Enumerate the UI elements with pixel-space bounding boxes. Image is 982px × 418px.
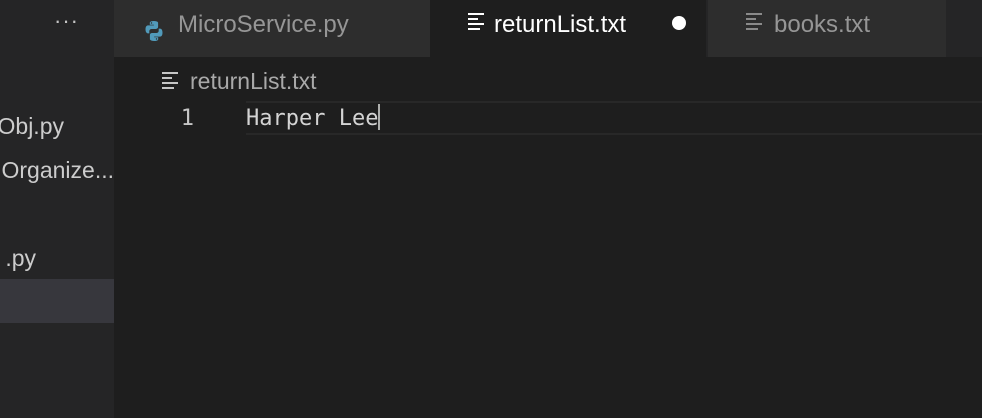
- text-file-icon: [468, 13, 484, 31]
- code-line-text: Harper Lee: [246, 106, 379, 131]
- breadcrumb-file-label: returnList.txt: [190, 68, 317, 94]
- explorer-item-label: Obj.py: [0, 113, 64, 139]
- more-actions-button[interactable]: ···: [54, 6, 79, 36]
- explorer-item-label: Organize...: [1, 157, 115, 183]
- line-number: 1: [180, 106, 194, 131]
- explorer-item-label: .py: [5, 245, 36, 271]
- explorer-item-selected[interactable]: [0, 279, 114, 323]
- tab-books-txt[interactable]: books.txt: [708, 0, 946, 57]
- editor-window: ··· Obj.py Organize... .py MicroService.…: [0, 0, 982, 418]
- python-icon: [142, 11, 166, 61]
- text-cursor: [378, 104, 381, 130]
- tab-bar: MicroService.py returnList.txt books.txt: [114, 0, 982, 57]
- code-editor-line[interactable]: Harper Lee: [246, 103, 381, 135]
- tab-label: returnList.txt: [494, 11, 627, 38]
- unsaved-changes-dot-icon[interactable]: [672, 16, 686, 30]
- explorer-item-obj-py[interactable]: Obj.py: [0, 104, 114, 148]
- explorer-sidebar: ··· Obj.py Organize... .py: [0, 0, 114, 418]
- tab-returnlist-txt[interactable]: returnList.txt: [430, 0, 706, 57]
- text-file-icon: [746, 13, 762, 31]
- explorer-item-py[interactable]: .py: [0, 236, 114, 280]
- tab-label: books.txt: [774, 11, 871, 38]
- text-file-icon: [162, 72, 178, 90]
- tab-microservice-py[interactable]: MicroService.py: [114, 0, 430, 57]
- tab-label: MicroService.py: [178, 11, 349, 38]
- explorer-item-organize[interactable]: Organize...: [0, 148, 115, 192]
